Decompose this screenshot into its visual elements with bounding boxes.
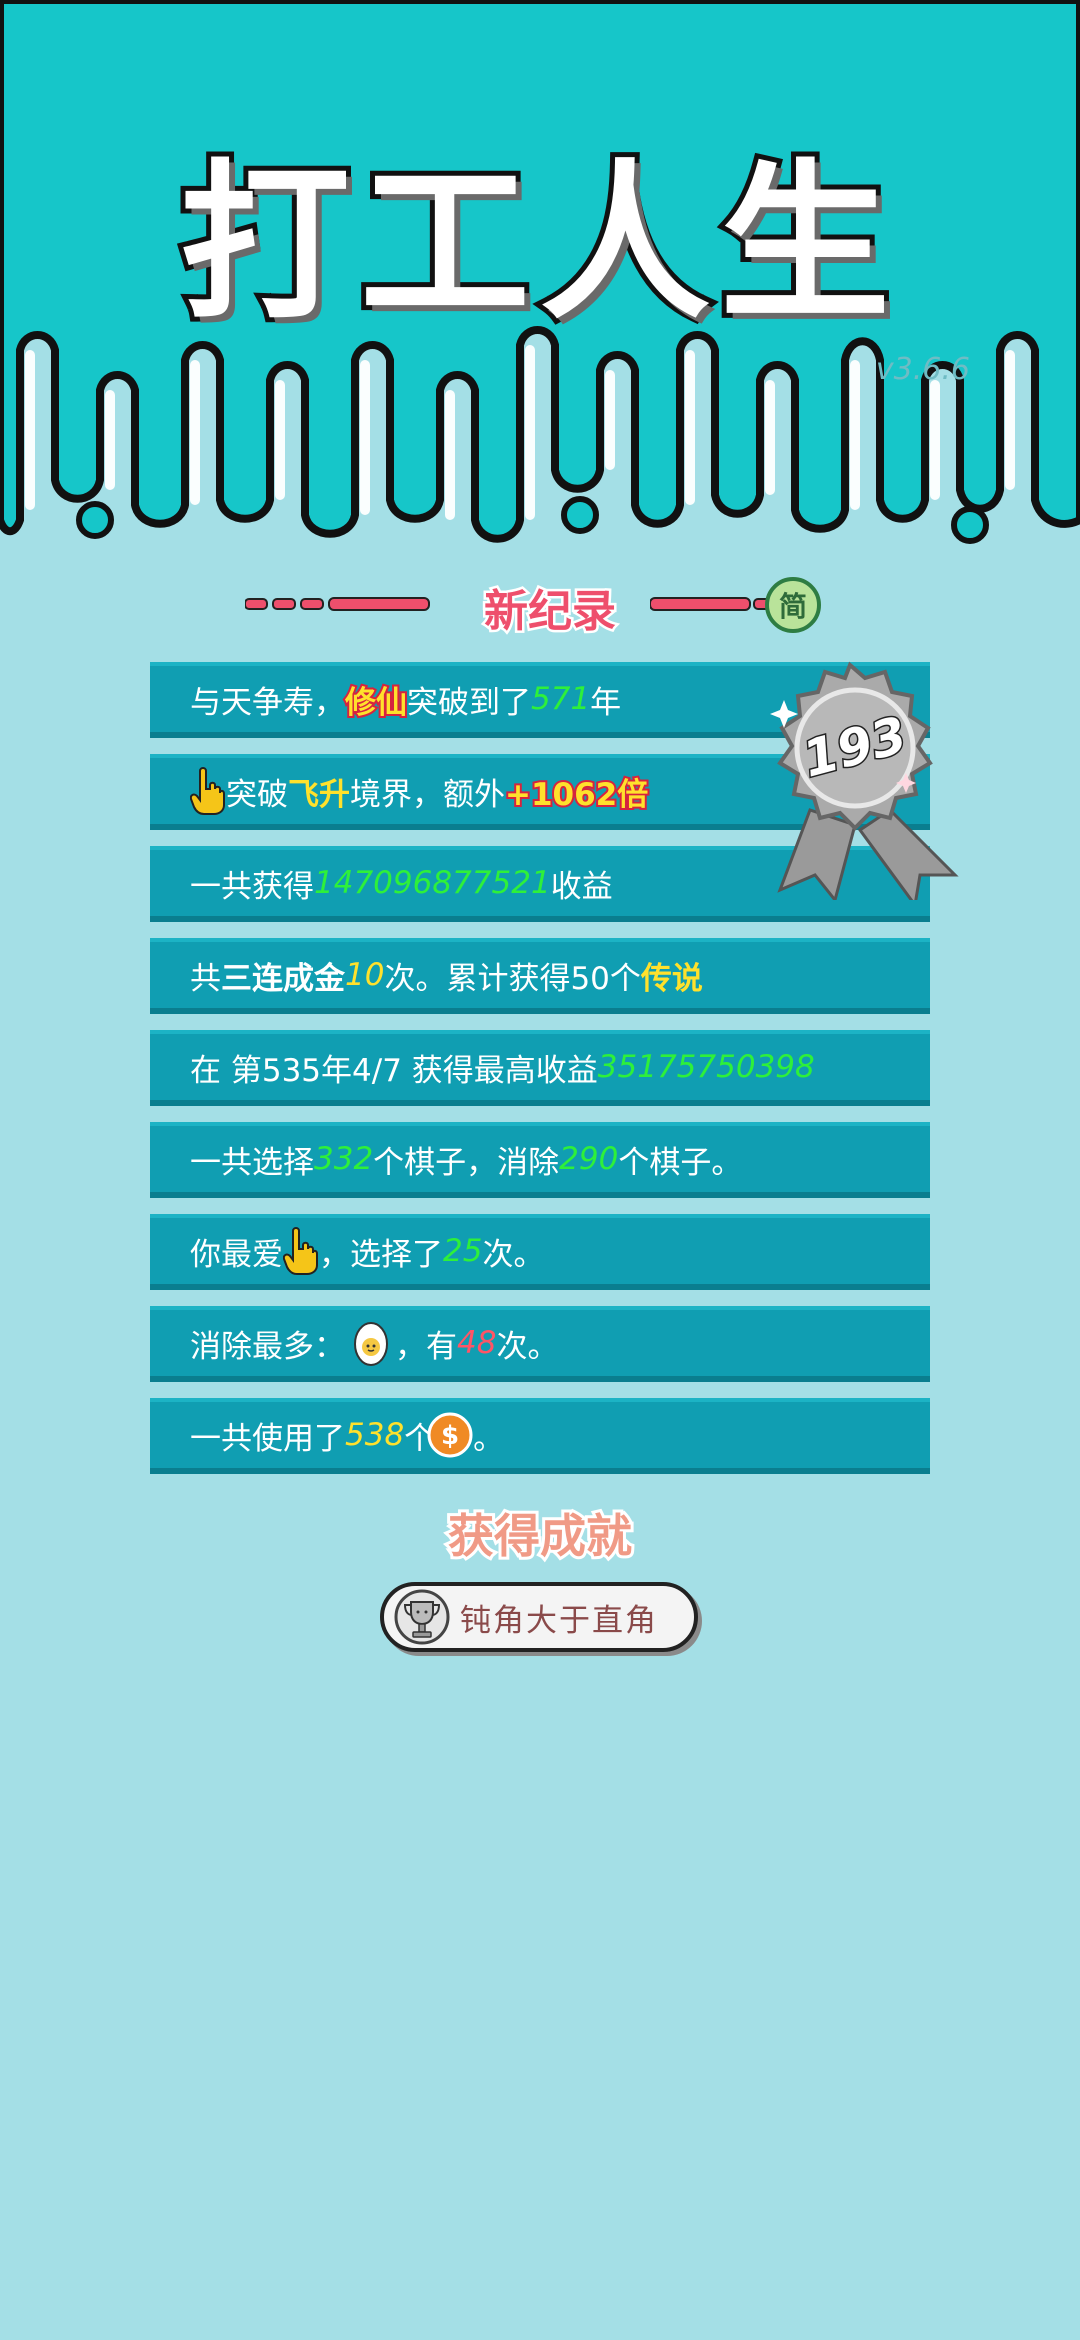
medal-icon: 193	[770, 661, 959, 900]
record-row-favorite: 你最爱 ，选择了 25 次。	[150, 1214, 930, 1290]
egg-icon	[354, 1322, 388, 1366]
simplified-toggle-button[interactable]: 简	[765, 577, 821, 633]
achievement-badge[interactable]: 钝角大于直角	[380, 1582, 698, 1652]
game-title: 打工人生	[175, 140, 900, 348]
dash-decoration-right	[650, 597, 777, 611]
new-record-heading: 新纪录 简	[245, 575, 835, 640]
achievement-heading: 获得成就	[445, 1506, 635, 1566]
record-row-best-income: 在 第535年4/7 获得最高收益 35175750398	[150, 1030, 930, 1106]
new-record-title: 新纪录	[482, 584, 619, 640]
record-row-triple-gold: 共 三连成金 10 次。累计获得50个 传说	[150, 938, 930, 1014]
version-label: v3.6.6	[875, 352, 970, 387]
trophy-icon	[394, 1589, 450, 1645]
cultivation-highlight: 修仙	[343, 683, 409, 723]
dash-decoration-left	[245, 597, 430, 611]
achievement-label: 钝角大于直角	[460, 1602, 658, 1639]
svg-text:$: $	[441, 1421, 459, 1451]
record-row-coins: 一共使用了 538 个 $ 。	[150, 1398, 930, 1474]
coin-icon: $	[427, 1412, 473, 1458]
pointing-hand-icon	[283, 1227, 318, 1275]
pointing-hand-icon	[190, 767, 225, 815]
record-row-pieces: 一共选择 332 个棋子，消除 290 个棋子。	[150, 1122, 930, 1198]
record-row-most-removed: 消除最多： ，有 48 次。	[150, 1306, 930, 1382]
